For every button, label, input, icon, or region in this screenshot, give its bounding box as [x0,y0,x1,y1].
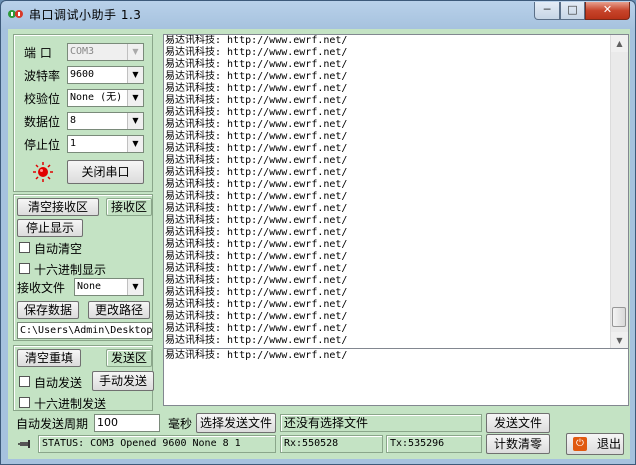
receive-line: 易达讯科技: http://www.ewrf.net/ [165,263,348,274]
hex-send-label: 十六进制发送 [34,397,107,411]
change-path-button[interactable]: 更改路径 [88,301,150,319]
chevron-down-icon: ▼ [127,90,143,106]
receive-line: 易达讯科技: http://www.ewrf.net/ [165,143,348,154]
receive-line: 易达讯科技: http://www.ewrf.net/ [165,251,348,262]
stopbits-value: 1 [70,138,77,149]
hex-send-checkbox[interactable] [19,397,30,408]
title-bar[interactable]: 串口调试小助手 1.3 ─ □ ✕ [1,1,635,27]
chevron-down-icon: ▼ [127,44,143,60]
scroll-up-icon[interactable]: ▲ [611,35,628,52]
period-label: 自动发送周期 [16,417,89,431]
window-title: 串口调试小助手 1.3 [29,8,142,22]
receive-line: 易达讯科技: http://www.ewrf.net/ [165,119,348,130]
stop-display-button[interactable]: 停止显示 [17,219,83,237]
receive-file-select[interactable]: None ▼ [74,278,144,296]
period-unit: 毫秒 [168,417,193,431]
receive-lines: 易达讯科技: http://www.ewrf.net/易达讯科技: http:/… [165,35,347,347]
port-select[interactable]: COM3 ▼ [67,43,144,61]
receive-line: 易达讯科技: http://www.ewrf.net/ [165,239,348,250]
baud-select[interactable]: 9600 ▼ [67,66,144,84]
client-area: 端 口 COM3 ▼ 波特率 9600 ▼ 校验位 None (无) ▼ 数据位… [8,29,630,459]
receive-line: 易达讯科技: http://www.ewrf.net/ [165,323,348,334]
file-status: 还没有选择文件 [280,414,482,432]
receive-line: 易达讯科技: http://www.ewrf.net/ [165,95,348,106]
stopbits-label: 停止位 [24,138,61,152]
auto-send-label: 自动发送 [34,376,83,390]
receive-area-button[interactable]: 接收区 [106,198,152,216]
receive-line: 易达讯科技: http://www.ewrf.net/ [165,215,348,226]
receive-line: 易达讯科技: http://www.ewrf.net/ [165,335,348,346]
send-content: 易达讯科技: http://www.ewrf.net/ [165,350,348,361]
clear-receive-button[interactable]: 清空接收区 [17,198,99,216]
receive-line: 易达讯科技: http://www.ewrf.net/ [165,83,348,94]
receive-line: 易达讯科技: http://www.ewrf.net/ [165,71,348,82]
receive-line: 易达讯科技: http://www.ewrf.net/ [165,311,348,322]
receive-line: 易达讯科技: http://www.ewrf.net/ [165,191,348,202]
status-text: STATUS: COM3 Opened 9600 None 8 1 [38,435,276,453]
databits-select[interactable]: 8 ▼ [67,112,144,130]
send-area-button[interactable]: 发送区 [106,349,152,367]
scroll-down-icon[interactable]: ▼ [611,332,628,349]
exit-label: 退出 [597,437,622,451]
receive-line: 易达讯科技: http://www.ewrf.net/ [165,287,348,298]
receive-line: 易达讯科技: http://www.ewrf.net/ [165,299,348,310]
pin-icon[interactable] [18,437,34,451]
auto-send-checkbox[interactable] [19,376,30,387]
hex-display-label: 十六进制显示 [34,263,107,277]
save-path-field[interactable]: C:\Users\Admin\Desktop [17,322,153,339]
receive-line: 易达讯科技: http://www.ewrf.net/ [165,47,348,58]
close-port-button[interactable]: 关闭串口 [67,160,144,184]
baud-value: 9600 [70,69,95,80]
send-file-button[interactable]: 发送文件 [486,413,550,433]
receive-line: 易达讯科技: http://www.ewrf.net/ [165,167,348,178]
parity-value: None (无) [70,92,123,103]
parity-select[interactable]: None (无) ▼ [67,89,144,107]
maximize-button[interactable]: □ [560,2,585,20]
chevron-down-icon: ▼ [127,279,143,295]
close-button[interactable]: ✕ [585,2,630,20]
receive-area[interactable]: 易达讯科技: http://www.ewrf.net/易达讯科技: http:/… [163,34,629,350]
choose-file-button[interactable]: 选择发送文件 [196,413,276,433]
chevron-down-icon: ▼ [127,67,143,83]
chevron-down-icon: ▼ [127,136,143,152]
receive-line: 易达讯科技: http://www.ewrf.net/ [165,179,348,190]
receive-file-value: None [77,281,102,292]
status-led-icon [33,162,53,182]
exit-button[interactable]: ⏻ 退出 [566,433,624,455]
receive-line: 易达讯科技: http://www.ewrf.net/ [165,59,348,70]
databits-label: 数据位 [24,115,61,129]
receive-scrollbar[interactable]: ▲ ▼ [610,35,628,349]
power-icon: ⏻ [573,437,587,451]
receive-line: 易达讯科技: http://www.ewrf.net/ [165,155,348,166]
receive-line: 易达讯科技: http://www.ewrf.net/ [165,227,348,238]
parity-label: 校验位 [24,92,61,106]
receive-line: 易达讯科技: http://www.ewrf.net/ [165,275,348,286]
scroll-thumb[interactable] [612,307,626,327]
baud-label: 波特率 [24,69,61,83]
port-value: COM3 [70,46,95,57]
auto-clear-checkbox[interactable] [19,242,30,253]
clear-send-button[interactable]: 清空重填 [17,349,81,367]
save-data-button[interactable]: 保存数据 [17,301,79,319]
send-area[interactable]: 易达讯科技: http://www.ewrf.net/ [163,348,629,406]
receive-line: 易达讯科技: http://www.ewrf.net/ [165,131,348,142]
port-label: 端 口 [24,46,52,60]
receive-line: 易达讯科技: http://www.ewrf.net/ [165,35,348,46]
receive-line: 易达讯科技: http://www.ewrf.net/ [165,107,348,118]
manual-send-button[interactable]: 手动发送 [92,371,154,391]
databits-value: 8 [70,115,77,126]
rx-counter: Rx:550528 [280,435,383,453]
app-icon [8,10,23,18]
auto-clear-label: 自动清空 [34,242,83,256]
stopbits-select[interactable]: 1 ▼ [67,135,144,153]
period-input[interactable]: 100 [94,414,160,432]
minimize-button[interactable]: ─ [534,2,560,20]
app-window: 串口调试小助手 1.3 ─ □ ✕ 端 口 COM3 ▼ 波特率 9600 ▼ … [0,0,636,465]
receive-file-label: 接收文件 [17,281,66,295]
hex-display-checkbox[interactable] [19,263,30,274]
receive-line: 易达讯科技: http://www.ewrf.net/ [165,203,348,214]
tx-counter: Tx:535296 [386,435,482,453]
chevron-down-icon: ▼ [127,113,143,129]
reset-count-button[interactable]: 计数清零 [486,434,550,454]
